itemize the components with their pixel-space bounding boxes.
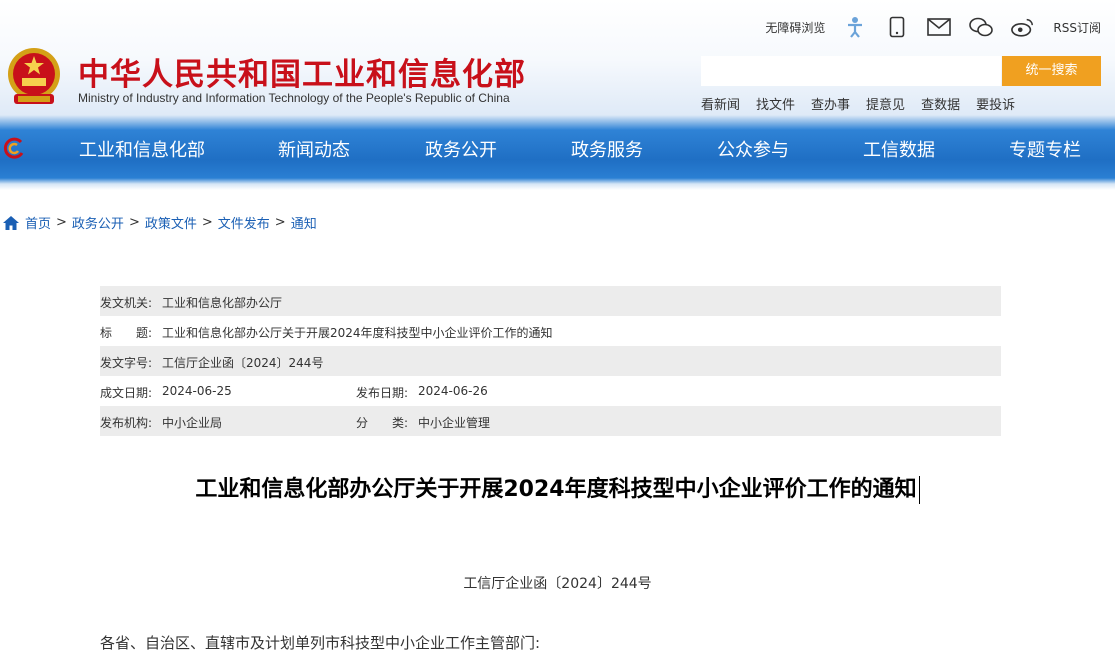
breadcrumb-separator-icon: > xyxy=(129,215,140,230)
search-input[interactable] xyxy=(701,56,1001,86)
home-icon[interactable] xyxy=(2,215,20,231)
quick-link-data[interactable]: 查数据 xyxy=(921,94,960,113)
breadcrumb-gov-affairs[interactable]: 政务公开 xyxy=(72,213,124,232)
search-bar: 统一搜索 xyxy=(701,56,1101,86)
site-subtitle: Ministry of Industry and Information Tec… xyxy=(78,91,510,105)
quick-link-news[interactable]: 看新闻 xyxy=(701,94,740,113)
nav-item-news[interactable]: 新闻动态 xyxy=(278,136,350,162)
document-title-wrap: 工业和信息化部办公厅关于开展2024年度科技型中小企业评价工作的通知 xyxy=(0,471,1115,504)
quick-link-services[interactable]: 查办事 xyxy=(811,94,850,113)
meta-date: 2024-06-25 xyxy=(162,384,232,398)
top-links: 无障碍浏览 RSS订阅 xyxy=(765,14,1101,40)
quick-link-feedback[interactable]: 提意见 xyxy=(866,94,905,113)
mobile-icon[interactable] xyxy=(885,15,909,39)
meta-org: 中小企业局 xyxy=(162,414,222,431)
breadcrumb-notice[interactable]: 通知 xyxy=(291,213,317,232)
breadcrumb-separator-icon: > xyxy=(56,215,67,230)
national-emblem-icon xyxy=(6,46,62,108)
breadcrumb-policy[interactable]: 政策文件 xyxy=(145,213,197,232)
meta-title: 工业和信息化部办公厅关于开展2024年度科技型中小企业评价工作的通知 xyxy=(162,324,553,341)
meta-category: 中小企业管理 xyxy=(418,414,490,431)
meta-row: 发文字号: 工信厅企业函〔2024〕244号 xyxy=(100,346,1001,376)
quick-links: 看新闻 找文件 查办事 提意见 查数据 要投诉 xyxy=(701,94,1015,113)
meta-label-date: 成文日期: xyxy=(100,384,152,401)
breadcrumb-separator-icon: > xyxy=(275,215,286,230)
rss-link[interactable]: RSS订阅 xyxy=(1053,19,1101,36)
meta-label-issuer: 发文机关: xyxy=(100,294,152,311)
breadcrumb: 首页 > 政务公开 > 政策文件 > 文件发布 > 通知 xyxy=(2,213,317,232)
site-header: 中华人民共和国工业和信息化部 Ministry of Industry and … xyxy=(0,0,1115,190)
document-number: 工信厅企业函〔2024〕244号 xyxy=(0,573,1115,593)
quick-link-complaint[interactable]: 要投诉 xyxy=(976,94,1015,113)
accessibility-icon[interactable] xyxy=(843,15,867,39)
meta-label-docno: 发文字号: xyxy=(100,354,152,371)
search-button[interactable]: 统一搜索 xyxy=(1002,56,1101,86)
breadcrumb-releases[interactable]: 文件发布 xyxy=(218,213,270,232)
breadcrumb-home[interactable]: 首页 xyxy=(25,213,51,232)
meta-row: 成文日期: 2024-06-25 发布日期: 2024-06-26 xyxy=(100,376,1001,406)
nav-item-ministry[interactable]: 工业和信息化部 xyxy=(79,136,205,162)
nav-item-services[interactable]: 政务服务 xyxy=(571,136,643,162)
meta-row: 发文机关: 工业和信息化部办公厅 xyxy=(100,286,1001,316)
meta-label-org: 发布机构: xyxy=(100,414,152,431)
nav-item-topics[interactable]: 专题专栏 xyxy=(1009,136,1081,162)
site-title[interactable]: 中华人民共和国工业和信息化部 xyxy=(78,49,526,94)
mail-icon[interactable] xyxy=(927,15,951,39)
meta-label-category: 分 类: xyxy=(356,414,408,431)
main-nav: 工业和信息化部 新闻动态 政务公开 政务服务 公众参与 工信数据 专题专栏 xyxy=(0,130,1115,170)
meta-docno: 工信厅企业函〔2024〕244号 xyxy=(162,354,323,371)
meta-issuer: 工业和信息化部办公厅 xyxy=(162,294,282,311)
document-meta-table: 发文机关: 工业和信息化部办公厅 标 题: 工业和信息化部办公厅关于开展2024… xyxy=(100,286,1001,436)
weibo-icon[interactable] xyxy=(1011,15,1035,39)
meta-label-title: 标 题: xyxy=(100,324,152,341)
meta-pub-date: 2024-06-26 xyxy=(418,384,488,398)
breadcrumb-separator-icon: > xyxy=(202,215,213,230)
meta-row: 标 题: 工业和信息化部办公厅关于开展2024年度科技型中小企业评价工作的通知 xyxy=(100,316,1001,346)
meta-row: 发布机构: 中小企业局 分 类: 中小企业管理 xyxy=(100,406,1001,436)
nav-item-data[interactable]: 工信数据 xyxy=(863,136,935,162)
site-logo-icon[interactable] xyxy=(2,136,26,160)
wechat-icon[interactable] xyxy=(969,15,993,39)
nav-item-participation[interactable]: 公众参与 xyxy=(717,136,789,162)
document-greeting: 各省、自治区、直辖市及计划单列市科技型中小企业工作主管部门: xyxy=(100,632,540,653)
nav-item-gov-affairs[interactable]: 政务公开 xyxy=(425,136,497,162)
accessible-link[interactable]: 无障碍浏览 xyxy=(765,19,825,36)
quick-link-files[interactable]: 找文件 xyxy=(756,94,795,113)
text-cursor xyxy=(919,476,920,504)
meta-label-pub-date: 发布日期: xyxy=(356,384,408,401)
document-title: 工业和信息化部办公厅关于开展2024年度科技型中小企业评价工作的通知 xyxy=(195,477,916,502)
